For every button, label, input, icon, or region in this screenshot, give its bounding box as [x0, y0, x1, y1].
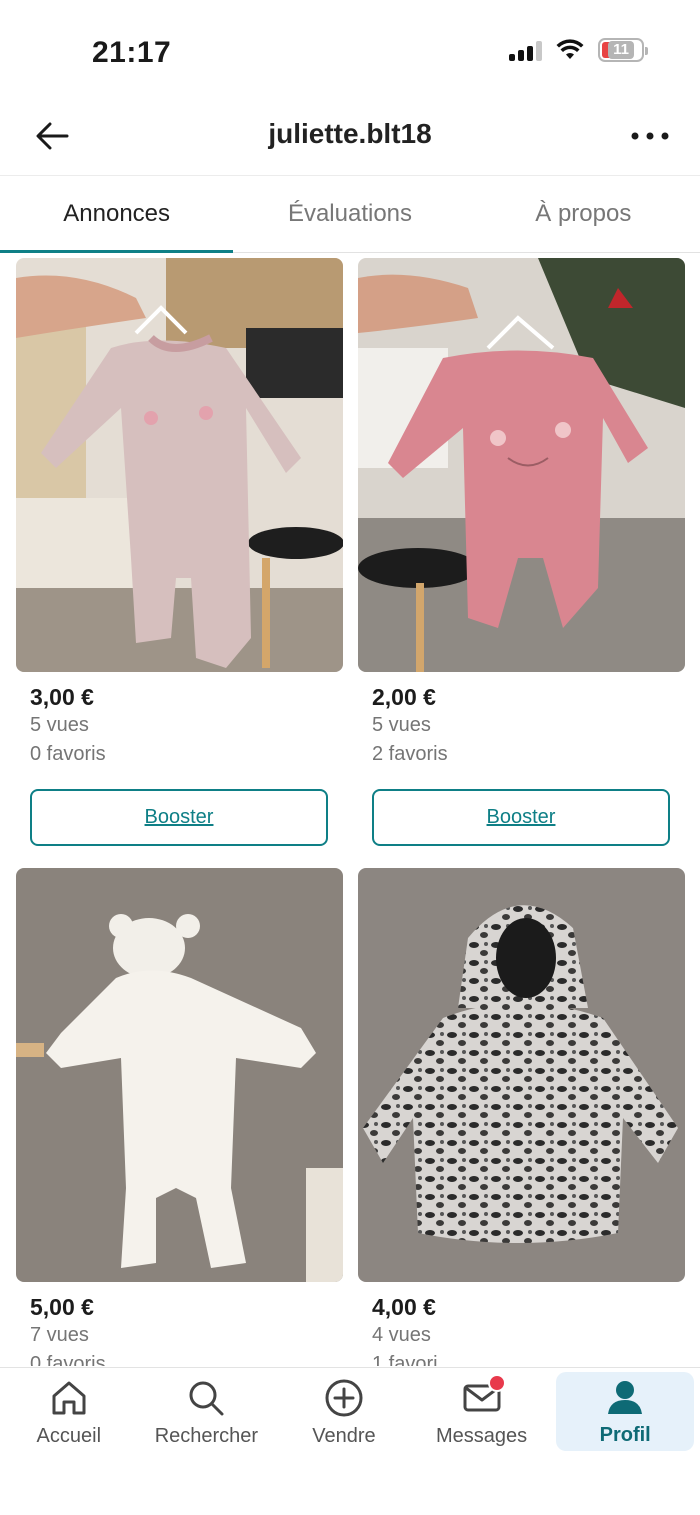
status-icons: 11 — [509, 38, 648, 62]
nav-messages[interactable]: Messages — [413, 1368, 551, 1457]
more-horizontal-icon — [631, 132, 669, 140]
listing-card[interactable]: 4,00 € 4 vues 1 favori — [358, 868, 685, 1366]
listing-card[interactable]: 3,00 € 5 vues 0 favoris Booster — [16, 258, 343, 846]
listing-photo-pink-sleepsuit[interactable] — [16, 258, 343, 672]
listing-views: 5 vues — [30, 714, 89, 736]
listing-price: 4,00 € — [372, 1294, 436, 1320]
listings-grid: 3,00 € 5 vues 0 favoris Booster 2,00 € 5… — [0, 258, 700, 1366]
listing-price: 2,00 € — [372, 684, 436, 710]
listing-price: 5,00 € — [30, 1294, 94, 1320]
nav-profil[interactable]: Profil — [556, 1372, 694, 1451]
listing-card[interactable]: 2,00 € 5 vues 2 favoris Booster — [358, 258, 685, 846]
listing-card[interactable]: 5,00 € 7 vues 0 favoris — [16, 868, 343, 1366]
listing-views: 7 vues — [30, 1324, 89, 1346]
nav-label: Vendre — [312, 1425, 376, 1447]
booster-button[interactable]: Booster — [30, 789, 328, 846]
tab-a-propos[interactable]: À propos — [467, 176, 700, 252]
listing-favorites: 2 favoris — [372, 743, 448, 765]
status-bar: 21:17 11 — [0, 0, 700, 100]
nav-label: Rechercher — [154, 1425, 259, 1447]
battery-icon: 11 — [598, 38, 648, 62]
tab-evaluations[interactable]: Évaluations — [233, 176, 466, 252]
listing-photo-leopard-jacket[interactable] — [358, 868, 685, 1282]
status-time: 21:17 — [92, 36, 172, 69]
bottom-navigation: Accueil Rechercher Vendre Messages Profi… — [0, 1367, 700, 1457]
profile-tabs: Annonces Évaluations À propos — [0, 175, 700, 253]
search-icon — [189, 1381, 224, 1416]
cellular-signal-icon — [509, 39, 542, 61]
tab-annonces[interactable]: Annonces — [0, 176, 234, 253]
listing-price: 3,00 € — [30, 684, 94, 710]
listing-photo-rose-sleepsuit[interactable] — [358, 258, 685, 672]
listing-views: 5 vues — [372, 714, 431, 736]
notification-badge — [487, 1374, 506, 1392]
listing-photo-white-snowsuit[interactable] — [16, 868, 343, 1282]
listing-favorites: 0 favoris — [30, 1353, 106, 1366]
wifi-icon — [556, 39, 584, 59]
nav-vendre[interactable]: Vendre — [275, 1368, 413, 1457]
home-icon — [52, 1381, 86, 1415]
plus-circle-icon — [325, 1379, 363, 1417]
nav-label: Messages — [436, 1425, 528, 1447]
nav-accueil[interactable]: Accueil — [0, 1368, 138, 1457]
nav-label: Profil — [599, 1424, 651, 1446]
nav-rechercher[interactable]: Rechercher — [138, 1368, 276, 1457]
listing-favorites: 1 favori — [372, 1353, 438, 1366]
more-options-button[interactable] — [628, 114, 672, 158]
page-title: juliette.blt18 — [268, 118, 432, 149]
listing-favorites: 0 favoris — [30, 743, 106, 765]
profile-icon — [608, 1381, 643, 1414]
booster-button[interactable]: Booster — [372, 789, 670, 846]
listing-views: 4 vues — [372, 1324, 431, 1346]
battery-level: 11 — [608, 41, 634, 59]
profile-header: juliette.blt18 — [0, 100, 700, 172]
home-indicator-area — [0, 1457, 700, 1515]
nav-label: Accueil — [36, 1425, 102, 1447]
